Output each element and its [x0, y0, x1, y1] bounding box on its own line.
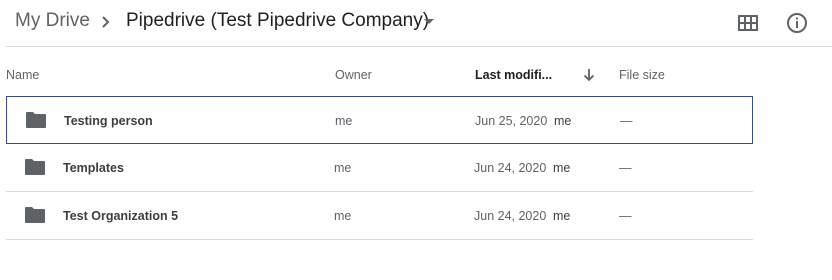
grid-view-icon[interactable]: [736, 11, 760, 35]
arrow-down-icon[interactable]: [580, 66, 598, 84]
file-modified-date: Jun 25, 2020: [475, 114, 548, 128]
breadcrumb-my-drive[interactable]: My Drive: [15, 10, 90, 32]
file-owner: me: [334, 209, 352, 223]
file-size: —: [620, 114, 633, 128]
table-header: Name Owner Last modifi... File size: [0, 46, 832, 96]
column-header-file-size[interactable]: File size: [619, 68, 665, 82]
folder-icon: [26, 112, 46, 128]
folder-icon: [25, 159, 45, 175]
file-size: —: [619, 161, 632, 175]
table-row[interactable]: Test Organization 5 me Jun 24, 2020 me —: [6, 192, 753, 240]
file-modified-by: me: [553, 161, 571, 175]
column-header-last-modified[interactable]: Last modifi...: [475, 68, 552, 82]
file-owner: me: [334, 161, 352, 175]
file-modified-by: me: [553, 209, 571, 223]
file-modified-date: Jun 24, 2020: [474, 161, 547, 175]
column-header-name[interactable]: Name: [6, 68, 39, 82]
file-modified-by: me: [554, 114, 572, 128]
column-header-owner[interactable]: Owner: [335, 68, 372, 82]
file-name: Testing person: [64, 114, 153, 128]
table-row[interactable]: Testing person me Jun 25, 2020 me —: [6, 96, 753, 144]
table-row[interactable]: Templates me Jun 24, 2020 me —: [6, 144, 753, 192]
top-bar: My Drive Pipedrive (Test Pipedrive Compa…: [0, 0, 832, 47]
file-list: Testing person me Jun 25, 2020 me — Temp…: [6, 96, 753, 240]
file-owner: me: [335, 114, 353, 128]
chevron-right-icon: [102, 16, 110, 28]
file-name: Test Organization 5: [63, 209, 179, 223]
file-size: —: [619, 209, 632, 223]
file-name: Templates: [63, 161, 124, 175]
dropdown-caret-icon[interactable]: [424, 19, 434, 24]
info-icon[interactable]: [785, 11, 809, 35]
folder-icon: [25, 207, 45, 223]
breadcrumb-current-folder[interactable]: Pipedrive (Test Pipedrive Company): [126, 10, 429, 32]
file-modified-date: Jun 24, 2020: [474, 209, 547, 223]
